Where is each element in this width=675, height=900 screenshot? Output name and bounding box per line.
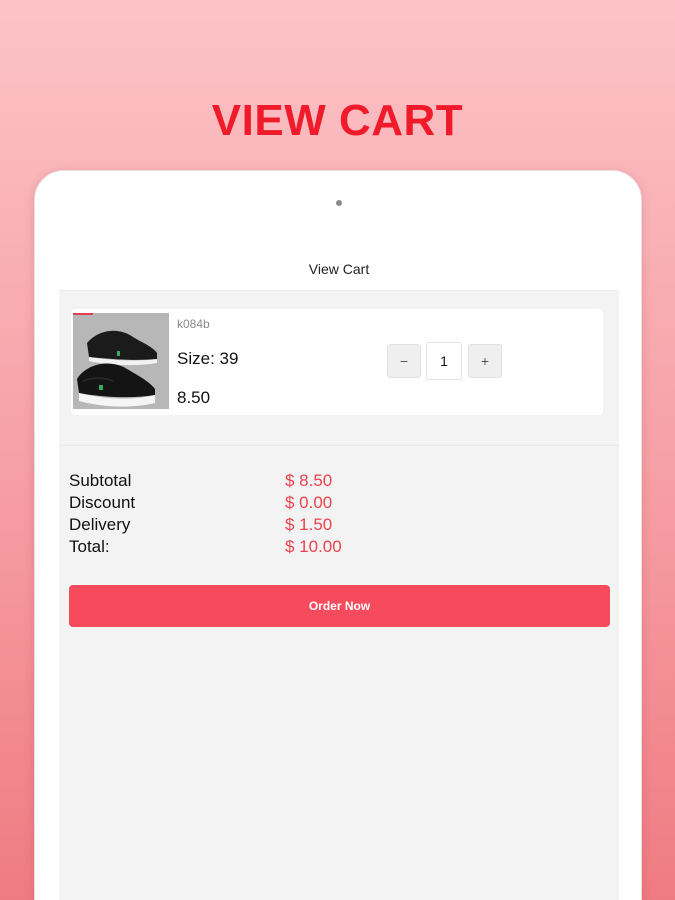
- summary-label: Delivery: [69, 515, 131, 534]
- summary-row-total: Total: $ 10.00: [69, 537, 369, 559]
- summary-label: Subtotal: [69, 471, 132, 490]
- quantity-decrease-button[interactable]: −: [387, 344, 421, 378]
- camera-dot: [336, 200, 342, 206]
- product-size: Size: 39: [177, 349, 239, 368]
- summary-value: $ 8.50: [285, 471, 333, 490]
- summary-label: Discount: [69, 493, 136, 512]
- summary-row-delivery: Delivery $ 1.50: [69, 515, 369, 537]
- promo-title: VIEW CART: [211, 96, 464, 145]
- summary-row-discount: Discount $ 0.00: [69, 493, 369, 515]
- cart-item: k084b Size: 39 8.50 − 1 +: [71, 309, 603, 415]
- summary-row-subtotal: Subtotal $ 8.50: [69, 471, 369, 493]
- summary-value: $ 0.00: [285, 493, 333, 512]
- product-price: 8.50: [177, 388, 211, 407]
- product-image[interactable]: [73, 313, 169, 409]
- quantity-increase-button[interactable]: +: [468, 344, 502, 378]
- app-screen: View Cart k084b Size: 39 8.50 − 1 + Subt…: [59, 233, 619, 900]
- summary-value: $ 10.00: [285, 537, 342, 556]
- order-now-button[interactable]: Order Now: [69, 585, 610, 627]
- section-divider: [59, 445, 619, 446]
- summary-label: Total:: [69, 537, 110, 556]
- tablet-frame: View Cart k084b Size: 39 8.50 − 1 + Subt…: [34, 170, 642, 900]
- summary-value: $ 1.50: [285, 515, 333, 534]
- app-header: View Cart: [59, 233, 619, 291]
- page-title: View Cart: [308, 261, 370, 277]
- sneaker-image: [73, 313, 169, 409]
- quantity-field[interactable]: 1: [426, 342, 462, 380]
- product-code: k084b: [177, 317, 210, 331]
